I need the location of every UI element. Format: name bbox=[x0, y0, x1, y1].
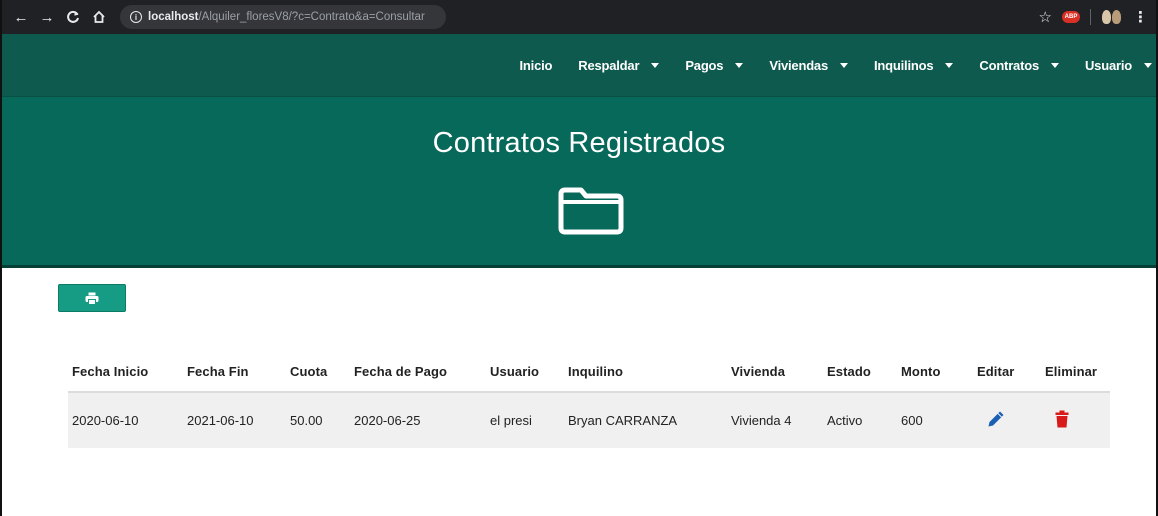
column-header-inquilino: Inquilino bbox=[564, 352, 727, 393]
url-path: /Alquiler_floresV8/?c=Contrato&a=Consult… bbox=[198, 11, 425, 23]
column-header-editar: Editar bbox=[973, 352, 1041, 393]
browser-toolbar: ← → i localhost /Alquiler_floresV8/?c=Co… bbox=[2, 0, 1156, 34]
cell-editar bbox=[973, 392, 1041, 448]
cell-fecha-pago: 2020-06-25 bbox=[350, 392, 486, 448]
column-header-usuario: Usuario bbox=[486, 352, 564, 393]
nav-item-pagos[interactable]: Pagos bbox=[685, 57, 744, 73]
nav-item-label: Viviendas bbox=[769, 57, 828, 73]
folder-icon bbox=[558, 187, 624, 235]
caret-down-icon bbox=[651, 62, 660, 68]
profile-avatar[interactable] bbox=[1101, 8, 1123, 26]
info-icon[interactable]: i bbox=[130, 11, 142, 23]
print-icon bbox=[85, 292, 99, 305]
trash-icon[interactable] bbox=[1055, 410, 1069, 428]
print-button[interactable] bbox=[58, 284, 126, 312]
contracts-table-container: Fecha Inicio Fecha Fin Cuota Fecha de Pa… bbox=[68, 352, 1110, 448]
contracts-table: Fecha Inicio Fecha Fin Cuota Fecha de Pa… bbox=[68, 352, 1110, 448]
column-header-vivienda: Vivienda bbox=[727, 352, 823, 393]
nav-item-inicio[interactable]: Inicio bbox=[520, 58, 553, 73]
browser-menu-icon[interactable]: ⋮ bbox=[1133, 8, 1148, 26]
nav-item-label: Inquilinos bbox=[874, 57, 934, 73]
main-navbar: Inicio Respaldar Pagos Viviendas Inquili… bbox=[2, 34, 1156, 96]
cell-inquilino: Bryan CARRANZA bbox=[564, 392, 727, 448]
home-icon[interactable] bbox=[88, 6, 110, 28]
nav-item-respaldar[interactable]: Respaldar bbox=[578, 57, 660, 73]
column-header-fecha-fin: Fecha Fin bbox=[183, 352, 286, 393]
cell-vivienda: Vivienda 4 bbox=[727, 392, 823, 448]
forward-arrow-icon[interactable]: → bbox=[36, 6, 58, 28]
address-bar[interactable]: i localhost /Alquiler_floresV8/?c=Contra… bbox=[120, 5, 446, 29]
nav-item-label: Contratos bbox=[979, 57, 1039, 73]
pencil-icon[interactable] bbox=[987, 410, 1005, 428]
caret-down-icon bbox=[840, 62, 848, 68]
nav-item-label: Inicio bbox=[519, 57, 553, 73]
nav-item-usuario[interactable]: Usuario bbox=[1085, 58, 1152, 73]
url-host: localhost bbox=[148, 11, 199, 23]
cell-fecha-inicio: 2020-06-10 bbox=[68, 392, 183, 448]
nav-item-label: Pagos bbox=[685, 57, 724, 73]
nav-item-contratos[interactable]: Contratos bbox=[979, 58, 1059, 73]
page-title: Contratos Registrados bbox=[432, 127, 726, 159]
caret-down-icon bbox=[1050, 62, 1059, 68]
cell-cuota: 50.00 bbox=[286, 392, 350, 448]
browser-actions: ☆ ABP ⋮ bbox=[1039, 8, 1148, 26]
table-row: 2020-06-10 2021-06-10 50.00 2020-06-25 e… bbox=[68, 392, 1110, 448]
column-header-monto: Monto bbox=[897, 352, 973, 393]
caret-down-icon bbox=[945, 62, 954, 68]
reload-icon[interactable] bbox=[62, 6, 84, 28]
column-header-estado: Estado bbox=[823, 352, 897, 393]
back-arrow-icon[interactable]: ← bbox=[10, 6, 32, 28]
table-header-row: Fecha Inicio Fecha Fin Cuota Fecha de Pa… bbox=[68, 352, 1110, 393]
column-header-eliminar: Eliminar bbox=[1041, 352, 1110, 393]
app-window: ← → i localhost /Alquiler_floresV8/?c=Co… bbox=[0, 0, 1158, 516]
cell-estado: Activo bbox=[823, 392, 897, 448]
cell-fecha-fin: 2021-06-10 bbox=[183, 392, 286, 448]
cell-monto: 600 bbox=[897, 392, 973, 448]
cell-usuario: el presi bbox=[486, 392, 564, 448]
cell-eliminar bbox=[1041, 392, 1110, 448]
column-header-cuota: Cuota bbox=[286, 352, 350, 393]
nav-item-viviendas[interactable]: Viviendas bbox=[769, 58, 848, 73]
column-header-fecha-pago: Fecha de Pago bbox=[350, 352, 486, 393]
page-header-banner: Contratos Registrados bbox=[2, 96, 1156, 268]
nav-item-label: Respaldar bbox=[578, 57, 640, 73]
adblock-extension-icon[interactable]: ABP bbox=[1062, 11, 1080, 23]
caret-down-icon bbox=[735, 62, 744, 68]
toolbar-divider bbox=[1090, 9, 1091, 25]
nav-item-inquilinos[interactable]: Inquilinos bbox=[874, 57, 954, 73]
nav-item-label: Usuario bbox=[1084, 57, 1132, 73]
bookmark-star-icon[interactable]: ☆ bbox=[1039, 8, 1052, 26]
caret-down-icon bbox=[1144, 62, 1152, 68]
column-header-fecha-inicio: Fecha Inicio bbox=[68, 352, 183, 393]
